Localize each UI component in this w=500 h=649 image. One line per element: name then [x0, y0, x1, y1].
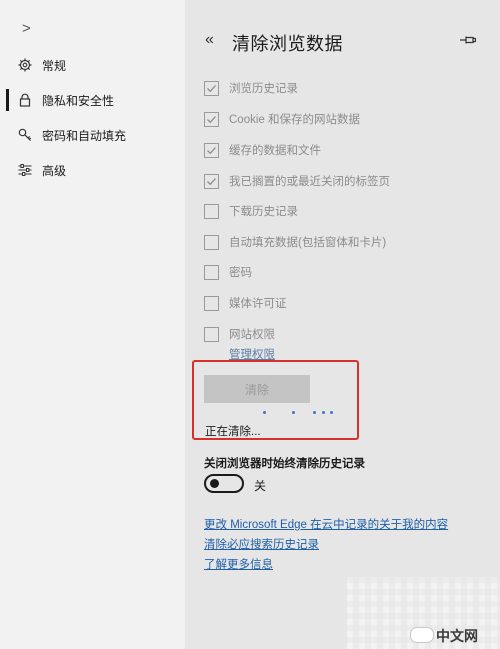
option-label: 缓存的数据和文件 — [229, 145, 321, 157]
checkmark-icon — [207, 177, 216, 185]
clear-browsing-data-panel: « 清除浏览数据 浏览历史记录 Cookie 和保存的网站数据 缓存的数据和文件… — [185, 0, 500, 649]
toggle-knob — [210, 479, 219, 488]
option-label: 媒体许可证 — [229, 298, 287, 310]
checkmark-icon — [207, 115, 216, 123]
pin-icon[interactable] — [460, 34, 476, 46]
toggle-state-label: 关 — [254, 479, 267, 493]
option-label: 我已搁置的或最近关闭的标签页 — [229, 176, 390, 188]
option-media-licenses[interactable]: 媒体许可证 — [204, 293, 287, 313]
option-passwords[interactable]: 密码 — [204, 262, 252, 282]
sidebar-item-label: 密码和自动填充 — [42, 129, 127, 143]
gear-icon — [18, 58, 32, 72]
option-autofill[interactable]: 自动填充数据(包括窗体和卡片) — [204, 232, 386, 252]
active-indicator — [6, 89, 9, 111]
checkbox[interactable] — [204, 173, 219, 189]
option-browsing-history[interactable]: 浏览历史记录 — [204, 78, 298, 98]
checkbox[interactable] — [204, 203, 219, 219]
progress-dot — [263, 411, 266, 414]
sliders-icon — [18, 164, 32, 176]
change-cloud-data-link[interactable]: 更改 Microsoft Edge 在云中记录的关于我的内容 — [204, 516, 448, 532]
option-label: Cookie 和保存的网站数据 — [229, 114, 360, 126]
option-tabs[interactable]: 我已搁置的或最近关闭的标签页 — [204, 171, 390, 191]
progress-dot — [313, 411, 316, 414]
expand-sidebar-icon[interactable]: > — [22, 20, 31, 37]
panel-header: « 清除浏览数据 — [185, 28, 500, 56]
checkbox[interactable] — [204, 111, 219, 127]
learn-more-link[interactable]: 了解更多信息 — [204, 556, 273, 572]
key-icon — [18, 128, 32, 141]
option-cookies[interactable]: Cookie 和保存的网站数据 — [204, 109, 360, 129]
sidebar-item-label: 常规 — [42, 59, 67, 73]
sidebar-item-advanced[interactable]: 高级 — [0, 155, 185, 185]
progress-dot — [322, 411, 325, 414]
option-label: 密码 — [229, 267, 252, 279]
option-label: 下载历史记录 — [229, 206, 298, 218]
progress-dot — [330, 411, 333, 414]
clearing-status: 正在清除... — [205, 426, 261, 438]
checkbox[interactable] — [204, 80, 219, 96]
checkmark-icon — [207, 146, 216, 154]
always-clear-toggle[interactable] — [204, 474, 244, 493]
option-downloads[interactable]: 下载历史记录 — [204, 201, 298, 221]
option-label: 网站权限 — [229, 329, 275, 341]
watermark-text: 中文网 — [436, 628, 478, 644]
option-label: 自动填充数据(包括窗体和卡片) — [229, 237, 387, 249]
settings-sidebar: > 常规 隐私和安全性 密码和自动填充 高级 — [0, 0, 185, 649]
checkbox[interactable] — [204, 326, 219, 342]
sidebar-item-passwords[interactable]: 密码和自动填充 — [0, 120, 185, 150]
option-site-permissions[interactable]: 网站权限 — [204, 324, 275, 344]
option-label: 浏览历史记录 — [229, 83, 298, 95]
checkmark-icon — [207, 84, 216, 92]
checkbox[interactable] — [204, 264, 219, 280]
clear-bing-history-link[interactable]: 清除必应搜索历史记录 — [204, 536, 319, 552]
watermark-logo — [410, 627, 434, 643]
clear-button[interactable]: 清除 — [204, 375, 310, 403]
sidebar-item-label: 高级 — [42, 164, 67, 178]
lock-icon — [19, 93, 31, 107]
sidebar-item-privacy[interactable]: 隐私和安全性 — [0, 85, 185, 115]
sidebar-item-general[interactable]: 常规 — [0, 50, 185, 80]
sidebar-item-label: 隐私和安全性 — [42, 94, 115, 108]
always-clear-label: 关闭浏览器时始终清除历史记录 — [204, 458, 365, 470]
page-title: 清除浏览数据 — [232, 34, 343, 54]
checkbox[interactable] — [204, 295, 219, 311]
back-icon[interactable]: « — [205, 31, 214, 49]
option-cache[interactable]: 缓存的数据和文件 — [204, 140, 321, 160]
checkbox[interactable] — [204, 142, 219, 158]
progress-dot — [292, 411, 295, 414]
checkbox[interactable] — [204, 234, 219, 250]
